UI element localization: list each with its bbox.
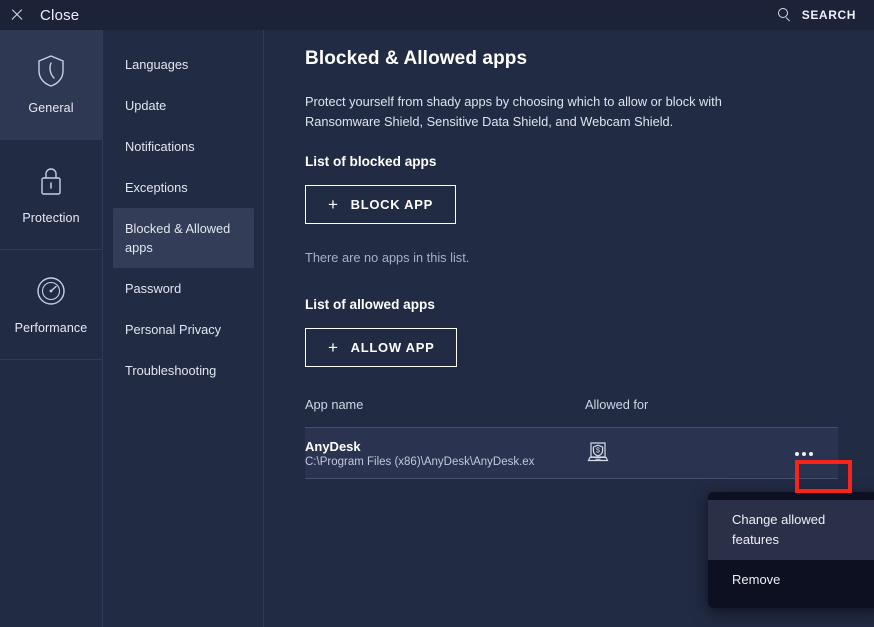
more-options-icon[interactable] [782,440,826,468]
secondary-nav: Languages Update Notifications Exception… [104,30,264,627]
allow-app-button-label: ALLOW APP [351,340,435,355]
table-row[interactable]: AnyDesk C:\Program Files (x86)\AnyDesk\A… [305,427,838,479]
title-bar: Close SEARCH [0,0,874,30]
context-menu-item-change-allowed-features[interactable]: Change allowed features [708,500,874,560]
subnav-item-troubleshooting[interactable]: Troubleshooting [113,350,254,391]
sidebar-item-protection-label: Protection [22,211,79,225]
subnav-item-password[interactable]: Password [113,268,254,309]
plus-icon: + [328,339,339,356]
subnav-item-notifications[interactable]: Notifications [113,126,254,167]
column-header-app-name: App name [305,397,585,412]
cell-app-name: AnyDesk C:\Program Files (x86)\AnyDesk\A… [305,439,585,468]
shield-icon [34,54,68,88]
lock-icon [34,164,68,198]
primary-sidebar: General Protection Perfor [0,30,103,627]
close-icon [10,8,24,22]
search-button-label: SEARCH [802,8,856,22]
table-header-row: App name Allowed for [305,393,838,415]
page-description: Protect yourself from shady apps by choo… [305,92,775,132]
search-icon [778,8,792,22]
block-app-button-label: BLOCK APP [351,197,433,212]
row-context-menu: Change allowed features Remove [708,492,874,608]
sidebar-item-general-label: General [28,101,73,115]
app-path: C:\Program Files (x86)\AnyDesk\AnyDesk.e… [305,456,581,468]
settings-window: Close SEARCH General [0,0,874,627]
column-header-allowed-for: Allowed for [585,397,838,412]
sidebar-item-protection[interactable]: Protection [0,140,102,250]
sensitive-data-shield-icon: $ [585,440,611,466]
subnav-item-blocked-allowed-apps[interactable]: Blocked & Allowed apps [113,208,254,268]
close-button-label: Close [40,7,79,24]
allow-app-button[interactable]: + ALLOW APP [305,328,457,367]
allowed-apps-table: App name Allowed for AnyDesk C:\Program … [305,393,838,479]
allowed-apps-section-title: List of allowed apps [305,297,874,312]
sidebar-item-performance[interactable]: Performance [0,250,102,360]
context-menu-item-remove[interactable]: Remove [708,560,874,600]
sidebar-item-performance-label: Performance [15,321,88,335]
page-title: Blocked & Allowed apps [305,48,874,70]
close-button[interactable]: Close [0,0,79,30]
subnav-item-exceptions[interactable]: Exceptions [113,167,254,208]
subnav-item-personal-privacy[interactable]: Personal Privacy [113,309,254,350]
search-button[interactable]: SEARCH [778,0,856,30]
plus-icon: + [328,196,339,213]
subnav-item-update[interactable]: Update [113,85,254,126]
block-app-button[interactable]: + BLOCK APP [305,185,456,224]
subnav-item-languages[interactable]: Languages [113,44,254,85]
svg-text:$: $ [596,448,600,455]
blocked-apps-section-title: List of blocked apps [305,154,874,169]
blocked-apps-empty-text: There are no apps in this list. [305,250,874,265]
app-name: AnyDesk [305,439,581,454]
sidebar-item-general[interactable]: General [0,30,102,140]
gauge-icon [34,274,68,308]
